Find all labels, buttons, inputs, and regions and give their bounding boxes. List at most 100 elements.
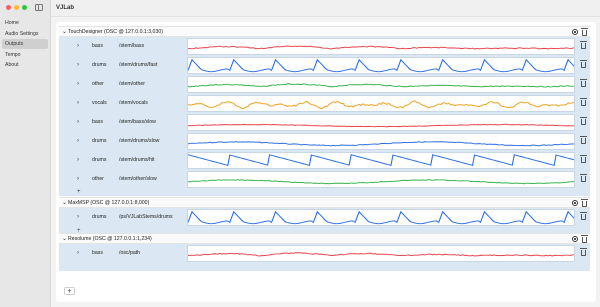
stem-name: drums: [92, 157, 107, 163]
gear-icon[interactable]: [572, 236, 578, 242]
osc-path: /ps/VJLabStems/drums: [119, 214, 173, 220]
trash-icon[interactable]: [580, 41, 587, 49]
gear-icon[interactable]: [572, 200, 578, 206]
signal-waveform: [188, 45, 574, 50]
chevron-right-icon[interactable]: ›: [77, 208, 83, 227]
signal-plot: [187, 171, 575, 188]
stream-row: › drums /stem/drums/hit: [59, 151, 590, 170]
sidebar-item-about[interactable]: About: [2, 60, 48, 70]
trash-icon[interactable]: [580, 79, 587, 87]
stem-name: bass: [92, 119, 103, 125]
osc-path: /stem/bass: [119, 43, 145, 49]
trash-icon[interactable]: [580, 155, 587, 163]
osc-path: /stem/drums/slow: [119, 138, 160, 144]
stem-name: drums: [92, 138, 107, 144]
group-header[interactable]: ⌄ Resolume (OSC @ 127.0.0.1:1,234): [59, 233, 590, 244]
chevron-right-icon[interactable]: ›: [77, 37, 83, 56]
sidebar-item-outputs[interactable]: Outputs: [2, 39, 48, 49]
signal-waveform: [188, 154, 574, 166]
chevron-right-icon[interactable]: ›: [77, 113, 83, 132]
stem-name: vocals: [92, 100, 107, 106]
group-body: › bass /osc/path: [59, 244, 590, 271]
signal-plot: [187, 152, 575, 169]
stream-row: › bass /osc/path: [59, 244, 590, 263]
output-group-resolume: ⌄ Resolume (OSC @ 127.0.0.1:1,234) › bas…: [59, 233, 590, 271]
trash-icon[interactable]: [580, 212, 587, 220]
chevron-right-icon[interactable]: ›: [77, 132, 83, 151]
signal-waveform: [188, 252, 574, 257]
stream-row: › bass /stem/bass: [59, 37, 590, 56]
outputs-panel: ⌄ TouchDesigner (OSC @ 127.0.0.1:3,030) …: [56, 22, 596, 302]
group-header[interactable]: ⌄ TouchDesigner (OSC @ 127.0.0.1:3,030): [59, 26, 590, 37]
stream-row: › drums /ps/VJLabStems/drums: [59, 208, 590, 227]
waveform-line: [188, 45, 574, 50]
osc-path: /osc/path: [119, 250, 141, 256]
signal-waveform: [188, 210, 574, 225]
signal-waveform: [188, 83, 574, 88]
waveform-line: [188, 179, 574, 185]
sidebar-nav: Home Audio Settings Outputs Tempo About: [2, 18, 48, 71]
stream-row: › drums /stem/drums/fast: [59, 56, 590, 75]
signal-plot: [187, 133, 575, 150]
sidebar-item-home[interactable]: Home: [2, 18, 48, 28]
stream-row: › vocals /stem/vocals: [59, 94, 590, 113]
waveform-line: [188, 83, 574, 88]
trash-icon[interactable]: [580, 136, 587, 144]
chevron-right-icon[interactable]: ›: [77, 56, 83, 75]
osc-path: /stem/other: [119, 81, 145, 87]
trash-icon[interactable]: [580, 60, 587, 68]
sidebar-item-tempo[interactable]: Tempo: [2, 50, 48, 60]
stream-row: › other /stem/other/slow: [59, 170, 590, 189]
sidebar: Home Audio Settings Outputs Tempo About: [0, 0, 51, 307]
chevron-right-icon[interactable]: ›: [77, 94, 83, 113]
add-stream-button[interactable]: +: [77, 188, 81, 196]
trash-icon[interactable]: [580, 117, 587, 125]
stem-name: drums: [92, 214, 107, 220]
waveform-line: [188, 252, 574, 257]
group-body: › bass /stem/bass › drums /stem/drums/fa…: [59, 37, 590, 196]
chevron-right-icon[interactable]: ›: [77, 244, 83, 263]
signal-plot: [187, 57, 575, 74]
trash-icon[interactable]: [581, 234, 588, 243]
sidebar-item-audio-settings[interactable]: Audio Settings: [2, 29, 48, 39]
signal-plot: [187, 76, 575, 93]
osc-path: /stem/other/slow: [119, 176, 157, 182]
close-window-icon[interactable]: [6, 5, 11, 10]
main-area: VJLab ⌄ TouchDesigner (OSC @ 127.0.0.1:3…: [51, 0, 600, 307]
group-header[interactable]: ⌄ MaxMSP (OSC @ 127.0.0.1:8,000): [59, 197, 590, 208]
waveform-line: [188, 58, 574, 73]
osc-path: /stem/vocals: [119, 100, 148, 106]
minimize-window-icon[interactable]: [14, 5, 19, 10]
chevron-right-icon[interactable]: ›: [77, 170, 83, 189]
stream-row: › bass /stem/bass/slow: [59, 113, 590, 132]
stem-name: other: [92, 81, 104, 87]
signal-waveform: [188, 123, 574, 128]
window-title: VJLab: [51, 0, 600, 17]
signal-waveform: [188, 58, 574, 73]
group-body: › drums /ps/VJLabStems/drums +: [59, 208, 590, 235]
trash-icon[interactable]: [581, 27, 588, 36]
osc-path: /stem/drums/hit: [119, 157, 155, 163]
stem-name: drums: [92, 62, 107, 68]
sidebar-toggle-icon[interactable]: [35, 4, 43, 11]
trash-icon[interactable]: [581, 198, 588, 207]
zoom-window-icon[interactable]: [22, 5, 27, 10]
trash-icon[interactable]: [580, 248, 587, 256]
gear-icon[interactable]: [572, 29, 578, 35]
stem-name: other: [92, 176, 104, 182]
stream-row: › other /stem/other: [59, 75, 590, 94]
add-output-button[interactable]: +: [64, 287, 75, 295]
output-group-maxmsp: ⌄ MaxMSP (OSC @ 127.0.0.1:8,000) › drums…: [59, 197, 590, 235]
chevron-right-icon[interactable]: ›: [77, 151, 83, 170]
trash-icon[interactable]: [580, 98, 587, 106]
trash-icon[interactable]: [580, 174, 587, 182]
waveform-line: [188, 123, 574, 128]
waveform-line: [188, 141, 574, 147]
output-group-touchdesigner: ⌄ TouchDesigner (OSC @ 127.0.0.1:3,030) …: [59, 26, 590, 196]
osc-path: /stem/drums/fast: [119, 62, 158, 68]
stream-row: › drums /stem/drums/slow: [59, 132, 590, 151]
chevron-right-icon[interactable]: ›: [77, 75, 83, 94]
stem-name: bass: [92, 43, 103, 49]
signal-plot: [187, 209, 575, 226]
signal-plot: [187, 114, 575, 131]
